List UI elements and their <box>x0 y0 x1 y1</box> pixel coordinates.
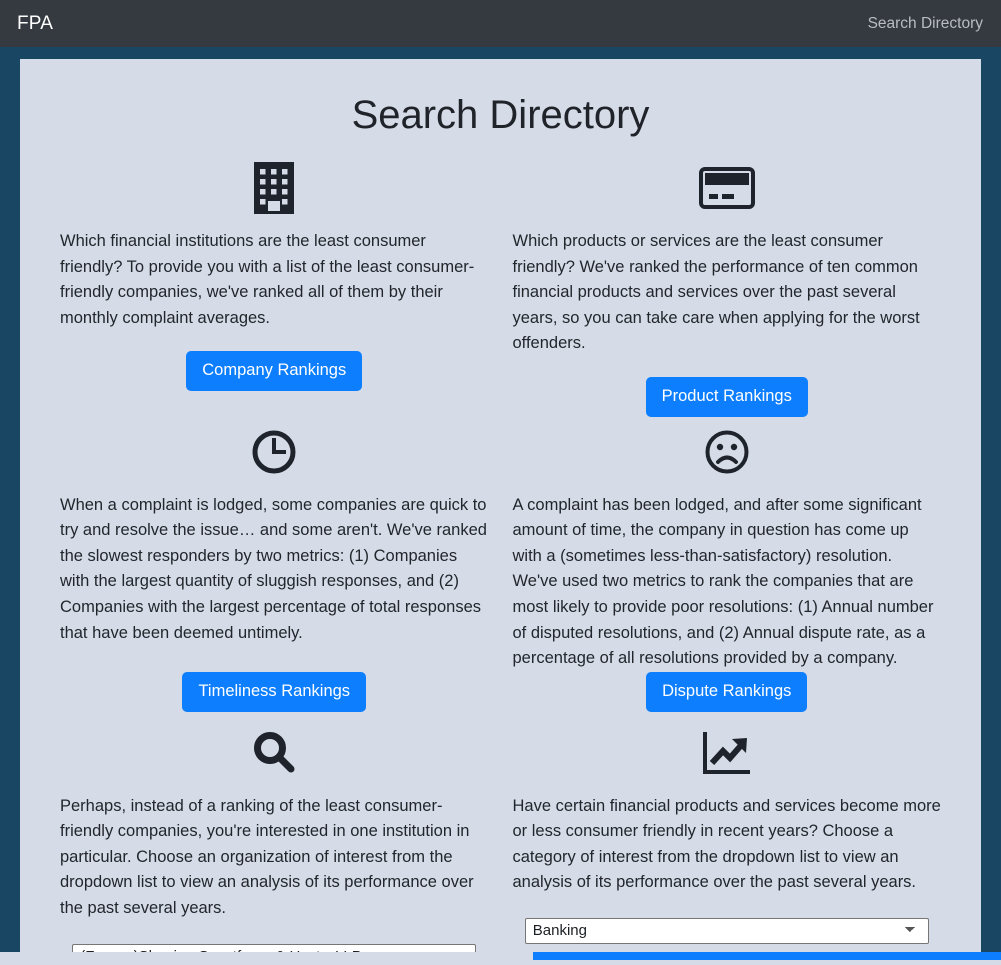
product-rankings-button[interactable]: Product Rankings <box>645 376 808 417</box>
button-row: Timeliness Rankings <box>60 671 489 718</box>
cell-description: A complaint has been lodged, and after s… <box>512 495 934 668</box>
content-card: Search Directory Which financial institu… <box>20 59 981 965</box>
horizontal-scrollbar[interactable] <box>0 952 1001 965</box>
cell-description: Which products or services are the least… <box>512 232 920 353</box>
product-select[interactable]: Banking <box>524 917 929 944</box>
brand-logo[interactable]: FPA <box>17 14 53 33</box>
nav-link-search-directory[interactable]: Search Directory <box>868 16 984 32</box>
company-rankings-button[interactable]: Company Rankings <box>186 351 363 392</box>
cell-product-rankings: Which products or services are the least… <box>501 153 954 417</box>
office-building-icon <box>253 159 295 217</box>
page-title: Search Directory <box>351 93 650 137</box>
button-row: Company Rankings <box>60 351 489 392</box>
line-chart-up-icon <box>702 724 752 782</box>
row-response-quality: When a complaint is lodged, some compani… <box>48 417 953 718</box>
cell-description: Have certain financial products and serv… <box>512 796 941 892</box>
top-navbar: FPA Search Directory <box>0 0 1001 47</box>
cell-description: Perhaps, instead of a ranking of the lea… <box>60 796 474 917</box>
cell-description: Which financial institutions are the lea… <box>60 232 475 327</box>
cell-product-deep-dive: Have certain financial products and serv… <box>501 718 954 965</box>
clock-icon <box>251 423 297 481</box>
magnifying-glass-icon <box>250 724 298 782</box>
cell-description: When a complaint is lodged, some compani… <box>60 495 487 642</box>
select-row: Banking <box>513 917 942 944</box>
page-background: Search Directory Which financial institu… <box>0 47 1001 965</box>
timeliness-rankings-button[interactable]: Timeliness Rankings <box>182 671 367 712</box>
cell-timeliness-rankings: When a complaint is lodged, some compani… <box>48 417 501 718</box>
frowning-face-icon <box>704 423 750 481</box>
cell-dispute-rankings: A complaint has been lodged, and after s… <box>501 417 954 718</box>
dispute-rankings-button[interactable]: Dispute Rankings <box>646 671 808 712</box>
button-row: Dispute Rankings <box>513 671 942 718</box>
row-deep-dives: Perhaps, instead of a ranking of the lea… <box>48 718 953 965</box>
horizontal-scrollbar-thumb[interactable] <box>533 952 1001 960</box>
cell-company-rankings: Which financial institutions are the lea… <box>48 153 501 417</box>
credit-card-icon <box>698 159 755 217</box>
button-row: Product Rankings <box>513 376 942 417</box>
cell-company-deep-dive: Perhaps, instead of a ranking of the lea… <box>48 718 501 965</box>
row-rankings: Which financial institutions are the lea… <box>48 153 953 417</box>
